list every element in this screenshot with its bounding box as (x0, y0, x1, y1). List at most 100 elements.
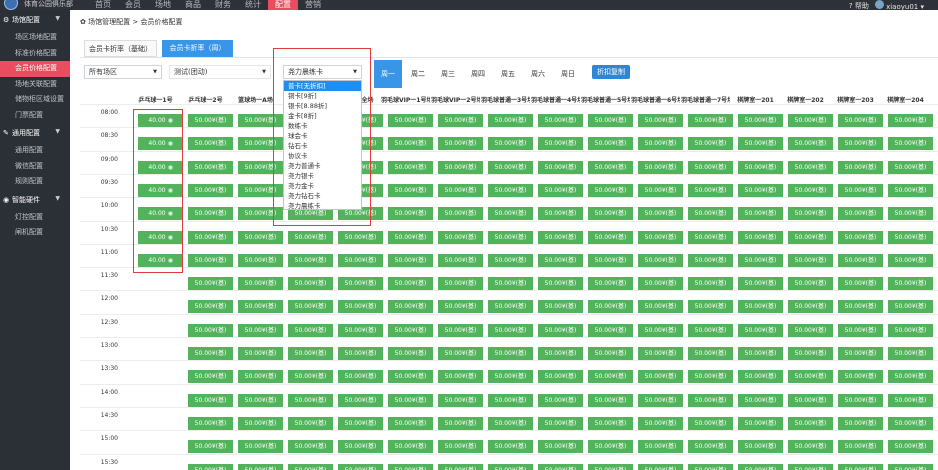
price-cell[interactable]: 50.00¥(基) (288, 393, 333, 407)
help-link[interactable]: ? 帮助 (849, 2, 869, 11)
price-cell[interactable]: 50.00¥(基) (338, 440, 383, 454)
price-cell[interactable]: 50.00¥(基) (238, 114, 283, 127)
price-cell[interactable]: 50.00¥(基) (688, 393, 733, 407)
price-cell[interactable]: 50.00¥(基) (638, 370, 683, 384)
price-cell[interactable]: 50.00¥(基) (788, 114, 833, 127)
price-cell[interactable]: 50.00¥(基) (538, 230, 583, 244)
price-cell[interactable]: 50.00¥(基) (188, 160, 233, 174)
price-cell[interactable]: 50.00¥(基) (838, 253, 883, 267)
price-cell[interactable]: 50.00¥(基) (488, 160, 533, 174)
nav-item-stats[interactable]: 统计 (238, 0, 268, 10)
price-cell[interactable]: 50.00¥(基) (888, 183, 933, 197)
price-cell[interactable]: 50.00¥(基) (588, 230, 633, 244)
price-cell-first-column[interactable]: 40.00 (138, 114, 183, 127)
price-cell[interactable]: 50.00¥(基) (488, 440, 533, 454)
price-cell[interactable]: 50.00¥(基) (788, 300, 833, 314)
price-cell[interactable]: 50.00¥(基) (438, 440, 483, 454)
price-cell[interactable]: 50.00¥(基) (638, 463, 683, 470)
price-cell[interactable]: 50.00¥(基) (338, 300, 383, 314)
card-type-option[interactable]: 普卡[无折扣] (284, 81, 361, 91)
price-cell[interactable]: 50.00¥(基) (388, 416, 433, 430)
edit-toggle-icon[interactable] (167, 257, 173, 263)
price-cell[interactable]: 50.00¥(基) (488, 393, 533, 407)
card-type-option[interactable]: 尧力银卡 (284, 171, 361, 181)
nav-item-config[interactable]: 配置 (268, 0, 298, 10)
price-cell[interactable]: 50.00¥(基) (288, 277, 333, 291)
price-cell[interactable]: 50.00¥(基) (738, 230, 783, 244)
price-cell[interactable]: 50.00¥(基) (588, 323, 633, 337)
price-cell[interactable]: 50.00¥(基) (388, 300, 433, 314)
price-cell-first-column[interactable]: 40.00 (138, 230, 183, 244)
price-cell[interactable]: 50.00¥(基) (488, 114, 533, 127)
price-cell[interactable]: 50.00¥(基) (188, 347, 233, 360)
edit-toggle-icon[interactable] (167, 141, 173, 147)
sidebar-item-member-price[interactable]: 会员价格配置 (0, 61, 70, 77)
weekday-tab-tue[interactable]: 周二 (404, 60, 432, 88)
price-cell[interactable]: 50.00¥(基) (738, 183, 783, 197)
price-cell[interactable]: 50.00¥(基) (888, 463, 933, 470)
price-cell[interactable]: 50.00¥(基) (638, 416, 683, 430)
price-cell[interactable]: 50.00¥(基) (438, 277, 483, 291)
price-cell[interactable]: 50.00¥(基) (588, 440, 633, 454)
price-cell[interactable]: 50.00¥(基) (588, 393, 633, 407)
price-cell[interactable]: 50.00¥(基) (438, 463, 483, 470)
price-cell[interactable]: 50.00¥(基) (488, 347, 533, 360)
price-cell[interactable]: 50.00¥(基) (638, 393, 683, 407)
price-cell[interactable]: 50.00¥(基) (588, 183, 633, 197)
price-cell[interactable]: 50.00¥(基) (538, 137, 583, 151)
price-cell[interactable]: 50.00¥(基) (538, 370, 583, 384)
price-cell[interactable]: 50.00¥(基) (788, 393, 833, 407)
price-cell[interactable]: 50.00¥(基) (488, 137, 533, 151)
price-cell[interactable]: 50.00¥(基) (188, 114, 233, 127)
price-cell[interactable]: 50.00¥(基) (188, 323, 233, 337)
price-cell[interactable]: 50.00¥(基) (538, 347, 583, 360)
price-cell[interactable]: 50.00¥(基) (688, 347, 733, 360)
price-cell[interactable]: 50.00¥(基) (688, 230, 733, 244)
price-cell[interactable]: 50.00¥(基) (388, 183, 433, 197)
price-cell[interactable]: 50.00¥(基) (638, 300, 683, 314)
price-cell[interactable]: 50.00¥(基) (888, 207, 933, 221)
price-cell[interactable]: 50.00¥(基) (738, 277, 783, 291)
price-cell[interactable]: 50.00¥(基) (738, 347, 783, 360)
price-cell[interactable]: 50.00¥(基) (538, 114, 583, 127)
price-cell[interactable]: 50.00¥(基) (388, 253, 433, 267)
sidebar-item-gate-config[interactable]: 闸机配置 (0, 225, 70, 241)
price-cell[interactable]: 50.00¥(基) (638, 183, 683, 197)
price-cell[interactable]: 50.00¥(基) (738, 393, 783, 407)
user-menu[interactable]: xiaoyu01 ▾ (874, 0, 924, 12)
price-cell[interactable]: 50.00¥(基) (688, 207, 733, 221)
price-cell[interactable]: 50.00¥(基) (338, 277, 383, 291)
price-cell[interactable]: 50.00¥(基) (688, 370, 733, 384)
price-cell[interactable]: 50.00¥(基) (638, 440, 683, 454)
price-cell-first-column[interactable]: 40.00 (138, 137, 183, 151)
edit-toggle-icon[interactable] (167, 211, 173, 217)
price-cell[interactable]: 50.00¥(基) (788, 463, 833, 470)
price-cell[interactable]: 50.00¥(基) (238, 253, 283, 267)
price-cell[interactable]: 50.00¥(基) (688, 277, 733, 291)
price-cell[interactable]: 50.00¥(基) (488, 183, 533, 197)
card-type-option[interactable]: 金卡[8折] (284, 111, 361, 121)
price-cell[interactable]: 50.00¥(基) (388, 323, 433, 337)
price-cell[interactable]: 50.00¥(基) (888, 253, 933, 267)
card-type-option[interactable]: 铜卡[9折] (284, 91, 361, 101)
price-cell-first-column[interactable]: 40.00 (138, 160, 183, 174)
price-cell[interactable]: 50.00¥(基) (288, 463, 333, 470)
price-cell[interactable]: 50.00¥(基) (838, 114, 883, 127)
price-cell[interactable]: 50.00¥(基) (388, 114, 433, 127)
price-cell[interactable]: 50.00¥(基) (488, 463, 533, 470)
price-cell[interactable]: 50.00¥(基) (838, 370, 883, 384)
price-cell[interactable]: 50.00¥(基) (488, 207, 533, 221)
price-cell[interactable]: 50.00¥(基) (588, 277, 633, 291)
nav-item-goods[interactable]: 商品 (178, 0, 208, 10)
price-cell[interactable]: 50.00¥(基) (188, 137, 233, 151)
price-cell[interactable]: 50.00¥(基) (538, 323, 583, 337)
price-cell[interactable]: 50.00¥(基) (538, 416, 583, 430)
sidebar-section-venue-config[interactable]: ⚙ 场馆配置 ▼ (0, 10, 70, 30)
edit-toggle-icon[interactable] (167, 118, 173, 123)
price-cell[interactable]: 50.00¥(基) (338, 370, 383, 384)
price-cell[interactable]: 50.00¥(基) (588, 463, 633, 470)
price-cell[interactable]: 50.00¥(基) (688, 160, 733, 174)
price-cell[interactable]: 50.00¥(基) (588, 416, 633, 430)
price-cell[interactable]: 50.00¥(基) (188, 393, 233, 407)
price-cell[interactable]: 50.00¥(基) (488, 300, 533, 314)
